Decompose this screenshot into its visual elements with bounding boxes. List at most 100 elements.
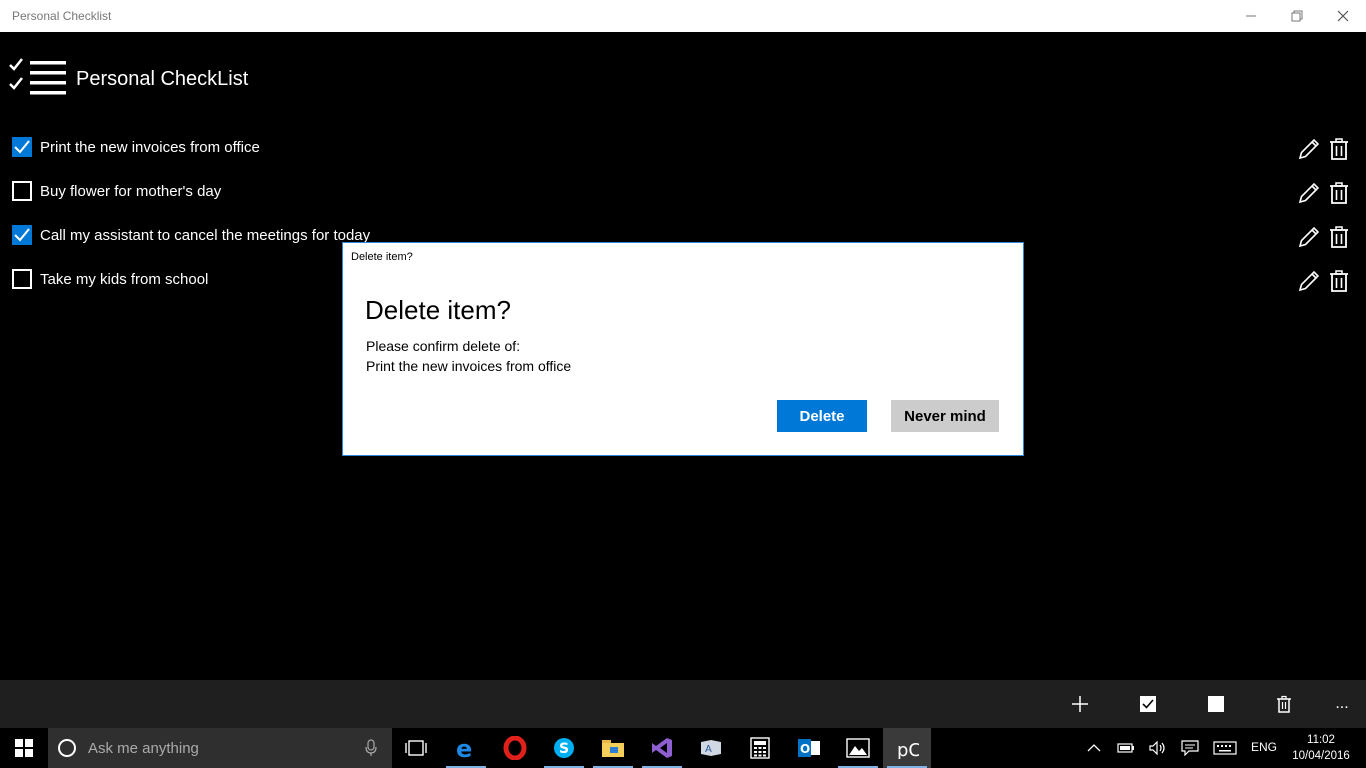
chevron-up-icon <box>1087 744 1101 752</box>
delete-checked-button[interactable] <box>1272 692 1296 716</box>
photos-icon <box>846 738 870 758</box>
dialog-item-name: Print the new invoices from office <box>366 358 572 374</box>
edit-button[interactable] <box>1297 225 1321 249</box>
restore-button[interactable] <box>1274 0 1320 32</box>
checklist-item: Print the new invoices from office <box>0 127 1366 171</box>
search-placeholder: Ask me anything <box>88 740 199 757</box>
input-language[interactable]: ENG <box>1251 740 1277 754</box>
microphone-icon[interactable] <box>364 739 378 757</box>
delete-item-button[interactable] <box>1327 181 1351 205</box>
cortana-icon <box>58 739 76 757</box>
clock-date: 10/04/2016 <box>1292 750 1350 762</box>
delete-item-button[interactable] <box>1327 269 1351 293</box>
check-all-icon <box>1140 696 1156 712</box>
item-checkbox[interactable] <box>12 137 32 157</box>
svg-text:S: S <box>559 741 569 757</box>
dialog-caption: Delete item? <box>351 251 413 263</box>
delete-icon <box>1277 695 1291 713</box>
task-view-icon <box>405 740 427 756</box>
dialog-title: Delete item? <box>365 295 511 325</box>
delete-item-button[interactable] <box>1327 225 1351 249</box>
volume-button[interactable] <box>1146 728 1170 768</box>
clock[interactable]: 11:02 10/04/2016 <box>1286 732 1356 764</box>
folder-icon <box>602 740 624 757</box>
item-text: Buy flower for mother's day <box>40 183 222 200</box>
delete-confirm-dialog: Delete item? Delete item? Please confirm… <box>342 242 1024 456</box>
checklist-logo-icon <box>9 58 66 95</box>
checklist-item: Buy flower for mother's day <box>0 171 1366 215</box>
app-title: Personal CheckList <box>76 67 249 90</box>
add-icon <box>1072 696 1088 712</box>
edit-button[interactable] <box>1297 137 1321 161</box>
item-text: Print the new invoices from office <box>40 139 260 156</box>
action-center-button[interactable] <box>1178 728 1202 768</box>
task-view-button[interactable] <box>392 728 440 768</box>
touch-keyboard-button[interactable] <box>1212 728 1238 768</box>
windows-logo-icon <box>15 739 33 757</box>
pencil-icon <box>1298 270 1320 292</box>
trash-icon <box>1330 138 1348 160</box>
clock-time: 11:02 <box>1307 734 1335 746</box>
trash-icon <box>1330 226 1348 248</box>
battery-button[interactable] <box>1114 728 1138 768</box>
more-icon: ... <box>1335 695 1349 712</box>
never-mind-button[interactable]: Never mind <box>891 400 999 432</box>
add-item-button[interactable] <box>1068 692 1092 716</box>
taskbar-personal-checklist[interactable]: pC <box>883 728 931 768</box>
battery-icon <box>1117 743 1134 753</box>
keyboard-icon <box>1213 741 1237 755</box>
cortana-search-box[interactable]: Ask me anything <box>48 728 392 768</box>
item-checkbox[interactable] <box>12 225 32 245</box>
taskbar-opera[interactable] <box>491 728 539 768</box>
item-text: Call my assistant to cancel the meetings… <box>40 227 371 244</box>
check-all-button[interactable] <box>1136 692 1160 716</box>
taskbar-skype[interactable]: S <box>540 728 588 768</box>
taskbar-file-explorer[interactable] <box>589 728 637 768</box>
dialog-message: Please confirm delete of: <box>366 338 521 354</box>
taskbar-app[interactable]: A <box>687 728 735 768</box>
taskbar: Ask me anything e S A O pC ENG 11:02 10/… <box>0 728 1366 768</box>
app-command-bar: ... <box>0 680 1366 728</box>
visual-studio-icon <box>652 738 672 758</box>
calculator-icon <box>750 737 770 759</box>
minimize-icon <box>1246 15 1256 17</box>
uncheck-all-icon <box>1208 696 1224 712</box>
volume-icon <box>1149 741 1165 755</box>
skype-icon: S <box>554 738 574 758</box>
checkmark-icon <box>14 228 30 242</box>
restore-icon <box>1291 10 1303 22</box>
taskbar-photos[interactable] <box>834 728 882 768</box>
taskbar-visual-studio[interactable] <box>638 728 686 768</box>
delete-item-button[interactable] <box>1327 137 1351 161</box>
opera-icon <box>503 736 527 760</box>
edit-button[interactable] <box>1297 269 1321 293</box>
delete-button[interactable]: Delete <box>777 400 867 432</box>
start-button[interactable] <box>0 728 48 768</box>
show-hidden-icons-button[interactable] <box>1082 728 1106 768</box>
edit-button[interactable] <box>1297 181 1321 205</box>
outlook-icon: O <box>798 739 820 757</box>
trash-icon <box>1330 270 1348 292</box>
taskbar-outlook[interactable]: O <box>785 728 833 768</box>
close-button[interactable] <box>1320 0 1366 32</box>
app-icon: A <box>701 740 721 756</box>
edge-icon: e <box>456 736 472 760</box>
svg-text:e: e <box>456 736 472 760</box>
pencil-icon <box>1298 182 1320 204</box>
taskbar-edge[interactable]: e <box>442 728 490 768</box>
item-checkbox[interactable] <box>12 181 32 201</box>
personal-checklist-icon: pC <box>897 740 919 759</box>
uncheck-all-button[interactable] <box>1204 692 1228 716</box>
app-header: Personal CheckList <box>8 56 248 102</box>
item-text: Take my kids from school <box>40 271 209 288</box>
pencil-icon <box>1298 226 1320 248</box>
trash-icon <box>1330 182 1348 204</box>
taskbar-calculator[interactable] <box>736 728 784 768</box>
close-icon <box>1337 10 1349 22</box>
pencil-icon <box>1298 138 1320 160</box>
svg-text:O: O <box>800 742 810 756</box>
window-title: Personal Checklist <box>12 9 112 23</box>
item-checkbox[interactable] <box>12 269 32 289</box>
more-button[interactable]: ... <box>1330 692 1354 716</box>
minimize-button[interactable] <box>1228 0 1274 32</box>
